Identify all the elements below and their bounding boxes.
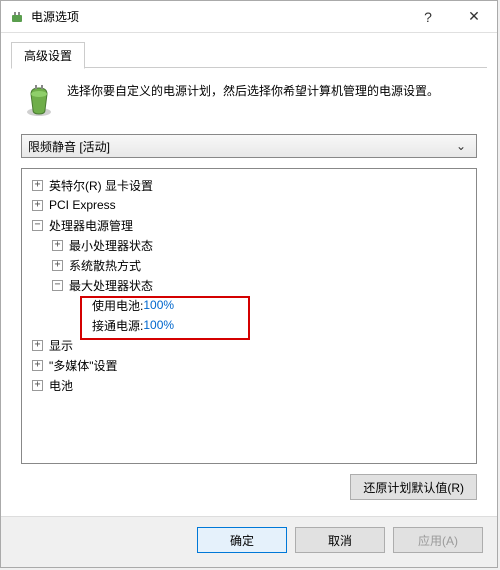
tree-value-plugged-in[interactable]: 接通电源: 100% bbox=[26, 315, 472, 335]
tab-bar: 高级设置 bbox=[1, 33, 497, 68]
restore-row: 还原计划默认值(R) bbox=[21, 464, 477, 506]
settings-tree[interactable]: + 英特尔(R) 显卡设置 + PCI Express − 处理器电源管理 + … bbox=[21, 168, 477, 464]
tree-item-pci-express[interactable]: + PCI Express bbox=[26, 195, 472, 215]
tree-item-multimedia[interactable]: + "多媒体"设置 bbox=[26, 355, 472, 375]
battery-icon bbox=[21, 82, 57, 118]
expand-icon[interactable]: + bbox=[32, 180, 43, 191]
tree-item-max-cpu-state[interactable]: − 最大处理器状态 bbox=[26, 275, 472, 295]
ok-button[interactable]: 确定 bbox=[197, 527, 287, 553]
content-area: 选择你要自定义的电源计划，然后选择你希望计算机管理的电源设置。 限频静音 [活动… bbox=[1, 68, 497, 516]
dialog-footer: 确定 取消 应用(A) bbox=[1, 516, 497, 567]
chevron-down-icon: ⌄ bbox=[452, 139, 470, 153]
collapse-icon[interactable]: − bbox=[32, 220, 43, 231]
expand-icon[interactable]: + bbox=[32, 340, 43, 351]
collapse-icon[interactable]: − bbox=[52, 280, 63, 291]
power-plan-selected: 限频静音 [活动] bbox=[28, 138, 452, 155]
tree-item-battery[interactable]: + 电池 bbox=[26, 375, 472, 395]
help-button[interactable]: ? bbox=[405, 1, 451, 33]
window-title: 电源选项 bbox=[31, 8, 405, 25]
intro-text: 选择你要自定义的电源计划，然后选择你希望计算机管理的电源设置。 bbox=[67, 82, 439, 118]
restore-defaults-button[interactable]: 还原计划默认值(R) bbox=[350, 474, 477, 500]
cancel-button[interactable]: 取消 bbox=[295, 527, 385, 553]
power-options-dialog: 电源选项 ? ✕ 高级设置 选择你要自定义的电源计划，然后选择你希望计算机管理的… bbox=[0, 0, 498, 568]
expand-icon[interactable]: + bbox=[32, 380, 43, 391]
intro-row: 选择你要自定义的电源计划，然后选择你希望计算机管理的电源设置。 bbox=[21, 82, 477, 118]
tree-item-intel-graphics[interactable]: + 英特尔(R) 显卡设置 bbox=[26, 175, 472, 195]
tab-advanced[interactable]: 高级设置 bbox=[11, 42, 85, 69]
expand-icon[interactable]: + bbox=[52, 240, 63, 251]
tree-item-cooling-policy[interactable]: + 系统散热方式 bbox=[26, 255, 472, 275]
close-button[interactable]: ✕ bbox=[451, 1, 497, 33]
tree-item-display[interactable]: + 显示 bbox=[26, 335, 472, 355]
app-icon bbox=[9, 9, 25, 25]
tree-item-cpu-power[interactable]: − 处理器电源管理 bbox=[26, 215, 472, 235]
titlebar: 电源选项 ? ✕ bbox=[1, 1, 497, 33]
power-plan-select[interactable]: 限频静音 [活动] ⌄ bbox=[21, 134, 477, 158]
tree-item-min-cpu-state[interactable]: + 最小处理器状态 bbox=[26, 235, 472, 255]
tree-value-on-battery[interactable]: 使用电池: 100% bbox=[26, 295, 472, 315]
expand-icon[interactable]: + bbox=[32, 360, 43, 371]
apply-button[interactable]: 应用(A) bbox=[393, 527, 483, 553]
expand-icon[interactable]: + bbox=[32, 200, 43, 211]
expand-icon[interactable]: + bbox=[52, 260, 63, 271]
